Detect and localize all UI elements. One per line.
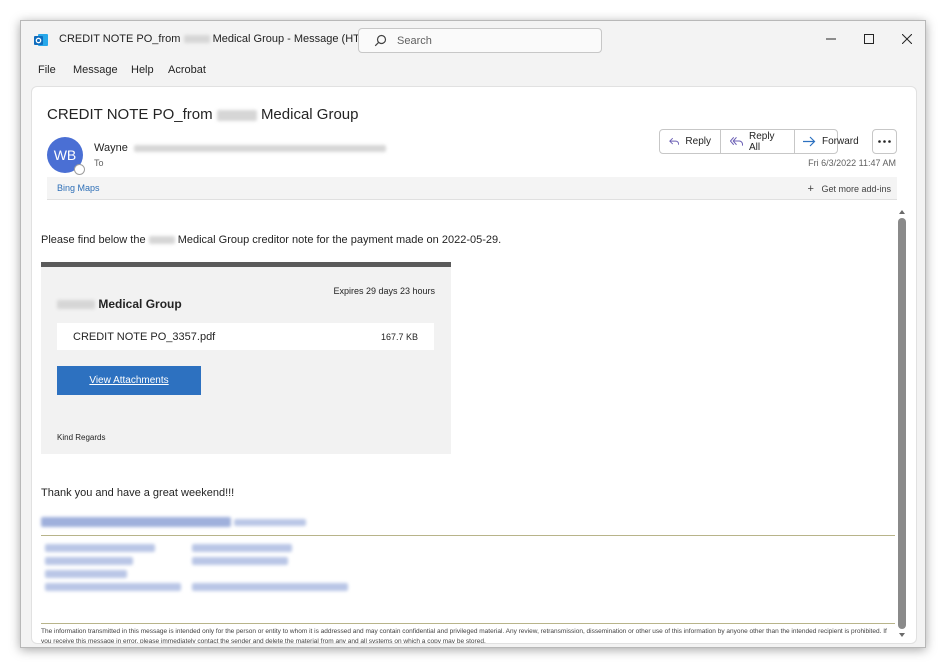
maximize-icon (864, 34, 874, 44)
reply-label: Reply (685, 136, 711, 147)
signature-divider (41, 535, 895, 536)
forward-label[interactable]: Forward (822, 136, 859, 147)
sender-line[interactable]: Wayne (94, 142, 386, 154)
redacted-signature-detail (192, 544, 292, 552)
attachment-card: Expires 29 days 23 hours Medical Group C… (41, 262, 451, 454)
attachment-file-row[interactable]: CREDIT NOTE PO_3357.pdf 167.7 KB (57, 323, 434, 350)
reply-all-label: Reply All (748, 130, 775, 153)
redacted-signature-detail (45, 583, 181, 591)
scroll-down-icon[interactable] (898, 631, 906, 639)
to-label: To (94, 158, 104, 168)
close-icon (902, 34, 912, 44)
thanks-text: Thank you and have a great weekend!!! (41, 487, 235, 499)
presence-status-icon (74, 164, 85, 175)
reply-all-icon (730, 136, 743, 146)
menu-acrobat[interactable]: Acrobat (168, 64, 206, 76)
more-icon (878, 140, 891, 143)
redacted-signature-name (41, 517, 231, 527)
card-title: Medical Group (57, 297, 182, 311)
search-box[interactable]: Search (358, 28, 602, 53)
subject-suffix: Medical Group (260, 106, 359, 123)
message-date: Fri 6/3/2022 11:47 AM (808, 158, 896, 168)
redacted-company-name (183, 35, 210, 44)
menu-bar: File Message Help Acrobat (21, 59, 925, 81)
maximize-button[interactable] (861, 31, 877, 47)
title-bar: CREDIT NOTE PO_from Medical Group - Mess… (21, 21, 925, 59)
intro-text: Please find below the Medical Group cred… (41, 234, 501, 246)
vertical-scrollbar[interactable] (898, 208, 906, 639)
redacted-signature-detail (45, 570, 127, 578)
card-title-text: Medical Group (98, 297, 182, 311)
plus-icon: + (807, 183, 814, 195)
menu-file[interactable]: File (38, 64, 56, 76)
forward-icon (803, 136, 816, 147)
redacted-signature-detail (45, 544, 155, 552)
close-button[interactable] (899, 31, 915, 47)
scroll-up-icon[interactable] (898, 208, 906, 216)
search-placeholder: Search (397, 35, 432, 47)
outlook-icon (34, 34, 48, 46)
window-title-prefix: CREDIT NOTE PO_from (59, 33, 181, 45)
menu-message[interactable]: Message (73, 64, 118, 76)
more-actions-button[interactable] (872, 129, 897, 154)
disclaimer-divider (41, 623, 895, 624)
minimize-icon (826, 38, 836, 40)
attachment-file-size: 167.7 KB (380, 332, 418, 342)
scrollbar-thumb[interactable] (898, 218, 906, 629)
redacted-company-name (57, 300, 95, 310)
reply-all-button[interactable]: Reply All (720, 130, 794, 153)
attachment-file-name: CREDIT NOTE PO_3357.pdf (73, 331, 216, 343)
intro-prefix: Please find below the (41, 234, 146, 246)
redacted-signature-detail (45, 557, 133, 565)
get-more-addins-label: Get more add-ins (821, 184, 891, 194)
bing-maps-link[interactable]: Bing Maps (57, 183, 100, 193)
redacted-signature-title (234, 519, 306, 526)
disclaimer-text: The information transmitted in this mess… (41, 628, 887, 644)
redacted-signature-detail (192, 583, 348, 591)
redacted-sender-details (133, 144, 386, 152)
reply-icon (669, 137, 680, 145)
get-more-addins-button[interactable]: + Get more add-ins (808, 183, 891, 195)
view-attachments-button[interactable]: View Attachments (57, 366, 201, 395)
sender-name: Wayne (94, 142, 128, 154)
message-actions: Reply Reply All (659, 129, 838, 154)
redacted-company-name (216, 109, 257, 121)
reading-pane: CREDIT NOTE PO_from Medical Group WB Way… (31, 86, 917, 644)
redacted-company-name (148, 236, 175, 245)
search-icon (374, 34, 387, 47)
subject-prefix: CREDIT NOTE PO_from (47, 106, 213, 123)
outlook-message-window: CREDIT NOTE PO_from Medical Group - Mess… (20, 20, 926, 648)
expiry-text: Expires 29 days 23 hours (333, 286, 435, 296)
minimize-button[interactable] (823, 31, 839, 47)
reply-button[interactable]: Reply (660, 130, 720, 153)
message-subject: CREDIT NOTE PO_from Medical Group (47, 106, 358, 123)
menu-help[interactable]: Help (131, 64, 154, 76)
intro-suffix: Medical Group creditor note for the paym… (177, 234, 502, 246)
window-title-suffix: Medical Group - Message (HTML) (212, 33, 379, 45)
redacted-signature-detail (192, 557, 288, 565)
addin-bar: Bing Maps + Get more add-ins (47, 177, 897, 200)
window-title: CREDIT NOTE PO_from Medical Group - Mess… (59, 33, 379, 45)
closing-text: Kind Regards (57, 433, 106, 442)
